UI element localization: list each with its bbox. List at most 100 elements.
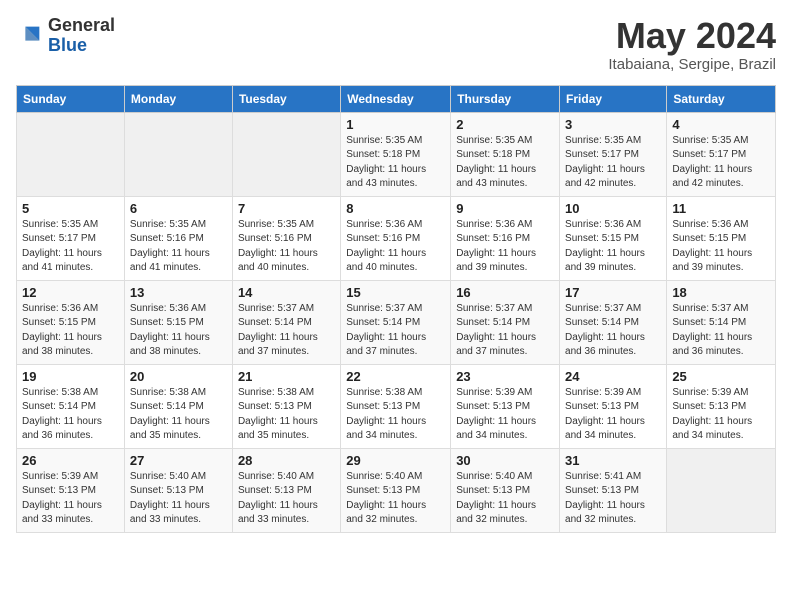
day-cell: 4 Sunrise: 5:35 AM Sunset: 5:17 PM Daylig… [667,112,776,196]
day-info: Sunrise: 5:36 AM Sunset: 5:15 PM Dayligh… [22,302,119,360]
day-info: Sunrise: 5:37 AM Sunset: 5:14 PM Dayligh… [238,302,335,360]
day-info: Sunrise: 5:36 AM Sunset: 5:16 PM Dayligh… [346,218,445,276]
day-info: Sunrise: 5:38 AM Sunset: 5:14 PM Dayligh… [130,386,227,444]
day-cell [124,112,232,196]
day-info: Sunrise: 5:38 AM Sunset: 5:13 PM Dayligh… [346,386,445,444]
day-info: Sunrise: 5:40 AM Sunset: 5:13 PM Dayligh… [346,470,445,528]
header-cell-wednesday: Wednesday [341,85,451,112]
day-number: 23 [456,369,554,384]
calendar-header: SundayMondayTuesdayWednesdayThursdayFrid… [17,85,776,112]
week-row-5: 26 Sunrise: 5:39 AM Sunset: 5:13 PM Dayli… [17,448,776,532]
day-info: Sunrise: 5:40 AM Sunset: 5:13 PM Dayligh… [456,470,554,528]
day-number: 8 [346,201,445,216]
day-cell: 3Sunrise: 5:35 AM Sunset: 5:17 PM Daylig… [560,112,667,196]
day-info: Sunrise: 5:35 AM Sunset: 5:17 PM Dayligh… [672,134,770,192]
day-number: 15 [346,285,445,300]
day-info: Sunrise: 5:35 AM Sunset: 5:18 PM Dayligh… [346,134,445,192]
day-number: 25 [672,369,770,384]
day-number: 26 [22,453,119,468]
day-number: 4 [672,117,770,132]
day-number: 20 [130,369,227,384]
day-cell: 10Sunrise: 5:36 AM Sunset: 5:15 PM Dayli… [560,196,667,280]
logo-text: General Blue [48,16,115,56]
logo: General Blue [16,16,115,56]
week-row-4: 19Sunrise: 5:38 AM Sunset: 5:14 PM Dayli… [17,364,776,448]
day-cell: 11 Sunrise: 5:36 AM Sunset: 5:15 PM Dayli… [667,196,776,280]
day-number: 24 [565,369,661,384]
day-cell: 17Sunrise: 5:37 AM Sunset: 5:14 PM Dayli… [560,280,667,364]
day-cell: 9Sunrise: 5:36 AM Sunset: 5:16 PM Daylig… [451,196,560,280]
header-cell-tuesday: Tuesday [232,85,340,112]
day-cell: 31 Sunrise: 5:41 AM Sunset: 5:13 PM Dayli… [560,448,667,532]
week-row-2: 5Sunrise: 5:35 AM Sunset: 5:17 PM Daylig… [17,196,776,280]
day-info: Sunrise: 5:36 AM Sunset: 5:15 PM Dayligh… [130,302,227,360]
header-cell-sunday: Sunday [17,85,125,112]
header-cell-friday: Friday [560,85,667,112]
day-number: 18 [672,285,770,300]
day-cell: 29 Sunrise: 5:40 AM Sunset: 5:13 PM Dayli… [341,448,451,532]
day-number: 16 [456,285,554,300]
day-info: Sunrise: 5:37 AM Sunset: 5:14 PM Dayligh… [346,302,445,360]
day-info: Sunrise: 5:36 AM Sunset: 5:15 PM Dayligh… [672,218,770,276]
day-info: Sunrise: 5:37 AM Sunset: 5:14 PM Dayligh… [672,302,770,360]
day-cell: 6 Sunrise: 5:35 AM Sunset: 5:16 PM Daylig… [124,196,232,280]
day-cell: 19Sunrise: 5:38 AM Sunset: 5:14 PM Dayli… [17,364,125,448]
day-cell: 25 Sunrise: 5:39 AM Sunset: 5:13 PM Dayli… [667,364,776,448]
day-number: 3 [565,117,661,132]
day-info: Sunrise: 5:39 AM Sunset: 5:13 PM Dayligh… [456,386,554,444]
day-number: 7 [238,201,335,216]
day-number: 10 [565,201,661,216]
day-cell: 24 Sunrise: 5:39 AM Sunset: 5:13 PM Dayli… [560,364,667,448]
day-info: Sunrise: 5:38 AM Sunset: 5:14 PM Dayligh… [22,386,119,444]
day-cell: 12Sunrise: 5:36 AM Sunset: 5:15 PM Dayli… [17,280,125,364]
day-number: 6 [130,201,227,216]
week-row-1: 1 Sunrise: 5:35 AM Sunset: 5:18 PM Daylig… [17,112,776,196]
day-cell: 30Sunrise: 5:40 AM Sunset: 5:13 PM Dayli… [451,448,560,532]
day-cell [17,112,125,196]
day-info: Sunrise: 5:37 AM Sunset: 5:14 PM Dayligh… [456,302,554,360]
day-cell: 20 Sunrise: 5:38 AM Sunset: 5:14 PM Dayli… [124,364,232,448]
day-cell: 22 Sunrise: 5:38 AM Sunset: 5:13 PM Dayli… [341,364,451,448]
logo-icon [16,22,44,50]
day-cell: 26 Sunrise: 5:39 AM Sunset: 5:13 PM Dayli… [17,448,125,532]
logo-blue: Blue [48,36,115,56]
day-number: 2 [456,117,554,132]
day-info: Sunrise: 5:39 AM Sunset: 5:13 PM Dayligh… [672,386,770,444]
day-number: 28 [238,453,335,468]
day-cell: 27Sunrise: 5:40 AM Sunset: 5:13 PM Dayli… [124,448,232,532]
day-number: 27 [130,453,227,468]
day-number: 31 [565,453,661,468]
day-number: 9 [456,201,554,216]
day-cell: 15 Sunrise: 5:37 AM Sunset: 5:14 PM Dayli… [341,280,451,364]
day-number: 13 [130,285,227,300]
day-number: 17 [565,285,661,300]
day-cell: 28 Sunrise: 5:40 AM Sunset: 5:13 PM Dayli… [232,448,340,532]
day-cell [232,112,340,196]
title-block: May 2024 Itabaiana, Sergipe, Brazil [608,16,776,73]
calendar-body: 1 Sunrise: 5:35 AM Sunset: 5:18 PM Daylig… [17,112,776,532]
day-cell: 21Sunrise: 5:38 AM Sunset: 5:13 PM Dayli… [232,364,340,448]
day-info: Sunrise: 5:35 AM Sunset: 5:16 PM Dayligh… [130,218,227,276]
day-cell: 1 Sunrise: 5:35 AM Sunset: 5:18 PM Daylig… [341,112,451,196]
day-cell: 7 Sunrise: 5:35 AM Sunset: 5:16 PM Daylig… [232,196,340,280]
day-cell: 8 Sunrise: 5:36 AM Sunset: 5:16 PM Daylig… [341,196,451,280]
day-info: Sunrise: 5:41 AM Sunset: 5:13 PM Dayligh… [565,470,661,528]
day-number: 5 [22,201,119,216]
day-cell: 16 Sunrise: 5:37 AM Sunset: 5:14 PM Dayli… [451,280,560,364]
day-info: Sunrise: 5:40 AM Sunset: 5:13 PM Dayligh… [238,470,335,528]
header-cell-saturday: Saturday [667,85,776,112]
header-row: SundayMondayTuesdayWednesdayThursdayFrid… [17,85,776,112]
day-info: Sunrise: 5:39 AM Sunset: 5:13 PM Dayligh… [565,386,661,444]
calendar-table: SundayMondayTuesdayWednesdayThursdayFrid… [16,85,776,533]
logo-general: General [48,16,115,36]
day-info: Sunrise: 5:39 AM Sunset: 5:13 PM Dayligh… [22,470,119,528]
week-row-3: 12Sunrise: 5:36 AM Sunset: 5:15 PM Dayli… [17,280,776,364]
day-cell: 23 Sunrise: 5:39 AM Sunset: 5:13 PM Dayli… [451,364,560,448]
day-number: 29 [346,453,445,468]
day-number: 22 [346,369,445,384]
header-cell-thursday: Thursday [451,85,560,112]
day-number: 11 [672,201,770,216]
page-header: General Blue May 2024 Itabaiana, Sergipe… [16,16,776,73]
day-number: 1 [346,117,445,132]
day-info: Sunrise: 5:35 AM Sunset: 5:16 PM Dayligh… [238,218,335,276]
